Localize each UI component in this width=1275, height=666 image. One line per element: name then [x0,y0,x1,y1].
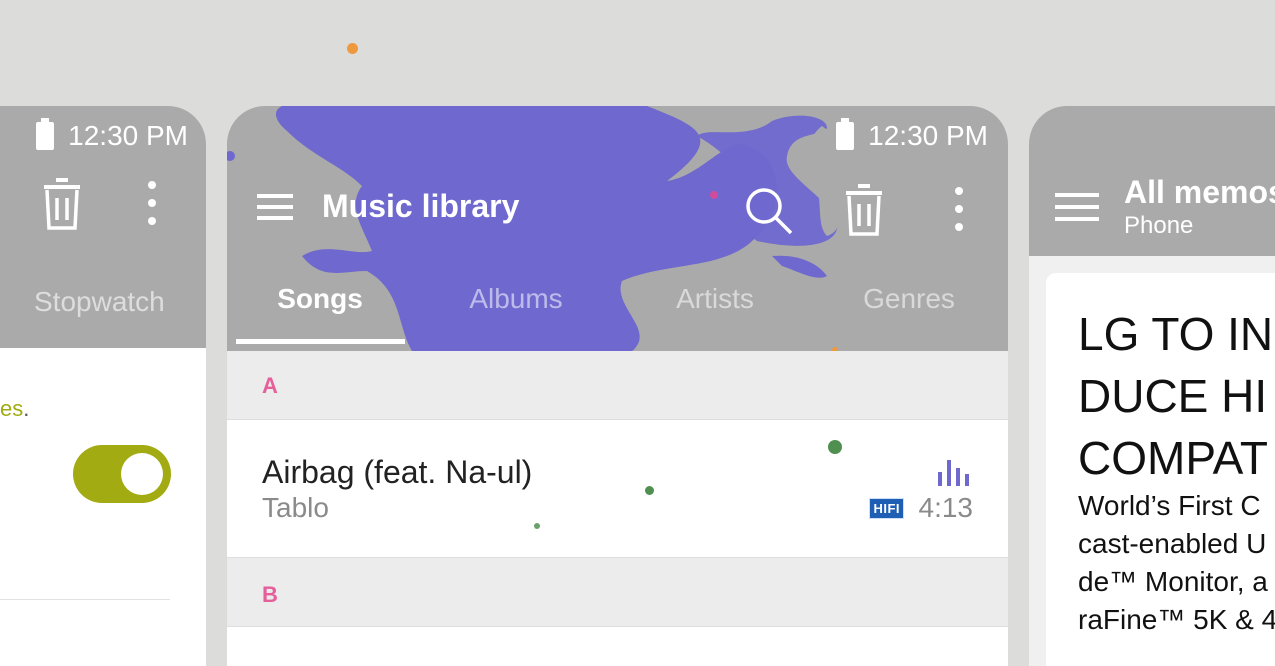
memo-body-line: World’s First C [1078,490,1261,521]
active-tab-indicator [236,339,405,344]
music-app-header: 12:30 PM Music library Songs Albums Arti… [227,106,1008,351]
page-subtitle: Phone [1124,212,1194,239]
toggle-knob [121,453,163,495]
tab-albums[interactable]: Albums [469,283,562,315]
song-duration: 4:13 [918,492,974,523]
menu-button[interactable] [255,191,295,223]
memo-headline-line: LG TO IN [1078,308,1274,360]
memo-app-card[interactable]: All memos Phone LG TO IN DUCE HI COMPAT … [1029,106,1275,666]
status-time: 12:30 PM [868,120,988,151]
section-header-a: A [227,351,1008,420]
memo-card[interactable]: LG TO IN DUCE HI COMPAT World’s First C … [1046,273,1275,666]
memo-body-line: de™ Monitor, a [1078,566,1268,597]
menu-button[interactable] [1055,190,1099,224]
equalizer-icon [938,460,969,486]
delete-button[interactable] [40,176,84,232]
section-letter: A [262,373,278,398]
battery-icon [36,118,55,150]
song-artist: Tablo [262,492,329,523]
memo-headline: LG TO IN DUCE HI COMPAT [1078,303,1273,489]
tab-songs[interactable]: Songs [277,283,363,315]
delete-button[interactable] [842,182,886,238]
status-bar: 12:30 PM [36,118,188,152]
more-vertical-icon [955,187,963,231]
memo-body: World’s First C cast-enabled U de™ Monit… [1078,487,1275,639]
section-letter: B [262,582,278,607]
song-title: Airbag (feat. Na-ul) [262,454,533,490]
more-options-button[interactable] [140,178,164,228]
battery-icon [836,118,855,150]
more-vertical-icon [148,181,156,225]
list-item-placeholder [227,627,1008,666]
section-header-b: B [227,558,1008,627]
page-title: All memos [1124,174,1275,210]
more-options-button[interactable] [947,184,971,234]
decorative-dot [645,486,654,495]
memo-body-line: raFine™ 5K & 4 [1078,604,1275,635]
trash-icon [44,178,80,230]
song-list-item[interactable]: Airbag (feat. Na-ul) Tablo HIFI 4:13 [227,420,1008,558]
music-app-card[interactable]: 12:30 PM Music library Songs Albums Arti… [227,106,1008,666]
hamburger-menu-icon [257,194,293,220]
tab-artists[interactable]: Artists [676,283,754,315]
decorative-dot [347,43,358,54]
settings-toggle[interactable] [73,445,171,503]
memo-body-line: cast-enabled U [1078,528,1267,559]
status-bar: 12:30 PM [836,118,988,152]
tab-genres[interactable]: Genres [863,283,955,315]
search-button[interactable] [742,184,796,238]
memo-headline-line: DUCE HI [1078,370,1268,422]
decorative-dot [828,440,842,454]
hamburger-menu-icon [1055,193,1099,221]
memo-app-header: All memos Phone [1029,106,1275,256]
status-time: 12:30 PM [68,120,188,151]
divider [0,599,170,600]
tab-stopwatch[interactable]: Stopwatch [34,286,165,318]
clock-app-header: 12:30 PM Stopwatch [0,106,206,348]
decorative-dot [534,523,540,529]
memo-headline-line: COMPAT [1078,432,1268,484]
hifi-badge: HIFI [869,498,904,519]
search-icon [746,188,793,235]
settings-description: es. [0,396,30,421]
settings-text: es [0,396,24,421]
page-title: Music library [322,188,520,224]
clock-app-card[interactable]: 12:30 PM Stopwatch es. [0,106,206,666]
trash-icon [846,184,882,236]
